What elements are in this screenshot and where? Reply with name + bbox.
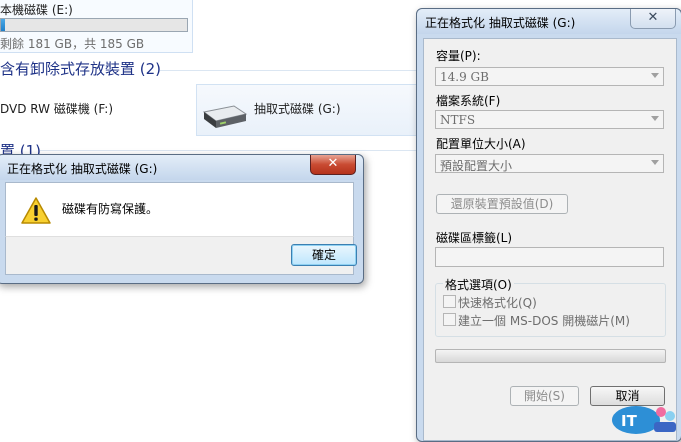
start-button[interactable]: 開始(S) xyxy=(510,386,579,406)
format-options-title: 格式選項(O) xyxy=(443,276,514,293)
format-dialog-title: 正在格式化 抽取式磁碟 (G:) xyxy=(425,16,576,30)
chevron-down-icon xyxy=(651,116,659,121)
drive-title: 本機磁碟 (E:) xyxy=(0,3,73,17)
volume-label-label: 磁碟區標籤(L) xyxy=(436,231,513,245)
format-dialog-titlebar[interactable]: 正在格式化 抽取式磁碟 (G:) ✕ xyxy=(417,9,681,34)
close-icon: ✕ xyxy=(327,156,339,171)
allocation-label: 配置單位大小(A) xyxy=(436,137,526,151)
filesystem-value: NTFS xyxy=(440,113,476,127)
chevron-down-icon xyxy=(651,73,659,78)
error-message-panel: 磁碟有防寫保護。 xyxy=(5,182,354,237)
checkbox-box xyxy=(443,295,456,308)
checkbox-box xyxy=(443,313,456,326)
error-dialog-footer: 確定 xyxy=(5,236,357,275)
drive-tile-local-e[interactable]: 本機磁碟 (E:) 剩餘 181 GB，共 185 GB xyxy=(0,0,193,53)
error-message: 磁碟有防寫保護。 xyxy=(62,202,159,216)
error-dialog: 正在格式化 抽取式磁碟 (G:) ✕ 磁碟有防寫保護。 確定 xyxy=(0,154,364,284)
allocation-select[interactable]: 預設配置大小 xyxy=(435,154,664,173)
quick-format-label: 快速格式化(Q) xyxy=(458,296,537,310)
filesystem-select[interactable]: NTFS xyxy=(435,110,664,129)
group-divider xyxy=(160,70,420,71)
capacity-select[interactable]: 14.9 GB xyxy=(435,67,664,86)
group-header-removable[interactable]: 含有卸除式存放裝置 (2) xyxy=(0,58,161,79)
capacity-label: 容量(P): xyxy=(436,49,481,63)
close-button[interactable]: ✕ xyxy=(630,9,676,29)
format-options-group: 格式選項(O) 快速格式化(Q) 建立一個 MS-DOS 開機磁片(M) xyxy=(435,276,666,337)
drive-dvd-label[interactable]: DVD RW 磁碟機 (F:) xyxy=(0,100,113,117)
msdos-boot-label: 建立一個 MS-DOS 開機磁片(M) xyxy=(458,314,630,328)
restore-defaults-button[interactable]: 還原裝置預設值(D) xyxy=(436,194,568,214)
volume-label-input[interactable] xyxy=(435,247,664,267)
drive-usage-bar xyxy=(0,18,188,32)
svg-text:IT: IT xyxy=(621,412,638,430)
close-button[interactable]: ✕ xyxy=(310,155,356,175)
ok-button[interactable]: 確定 xyxy=(291,244,357,266)
group-divider xyxy=(40,150,420,151)
removable-drive-icon xyxy=(202,105,248,128)
warning-icon xyxy=(21,197,51,224)
close-icon: ✕ xyxy=(647,10,659,25)
ithome-logo-icon: IT xyxy=(612,406,676,434)
chevron-down-icon xyxy=(651,160,659,165)
drive-usb-label[interactable]: 抽取式磁碟 (G:) xyxy=(254,100,341,117)
format-dialog-body: 容量(P): 14.9 GB 檔案系統(F) NTFS 配置單位大小(A) 預設… xyxy=(423,38,677,441)
format-progress-bar xyxy=(435,349,666,363)
error-dialog-title: 正在格式化 抽取式磁碟 (G:) xyxy=(7,162,158,176)
format-dialog: 正在格式化 抽取式磁碟 (G:) ✕ 容量(P): 14.9 GB 檔案系統(F… xyxy=(416,8,681,442)
allocation-value: 預設配置大小 xyxy=(440,159,513,173)
capacity-value: 14.9 GB xyxy=(440,70,489,84)
filesystem-label: 檔案系統(F) xyxy=(436,94,501,108)
drive-usage-fill xyxy=(1,19,5,31)
error-dialog-titlebar[interactable]: 正在格式化 抽取式磁碟 (G:) ✕ xyxy=(0,155,363,180)
drive-free-space: 剩餘 181 GB，共 185 GB xyxy=(0,37,145,51)
